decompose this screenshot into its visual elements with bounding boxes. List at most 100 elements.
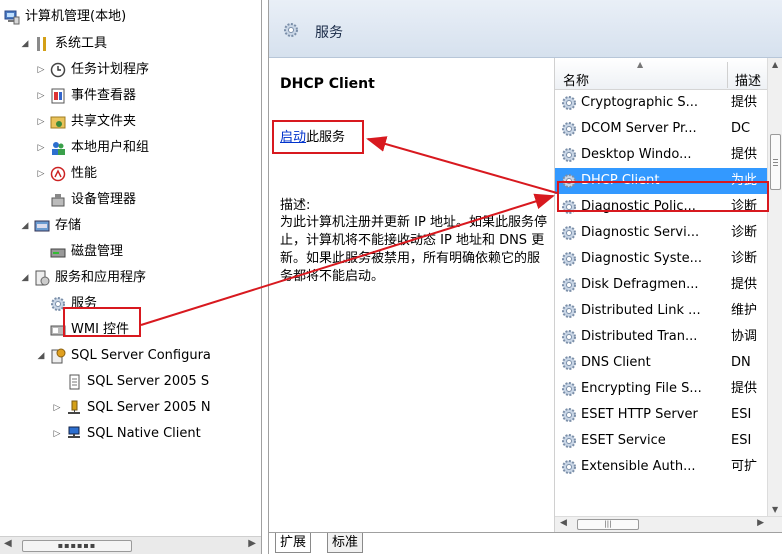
tree-item-label: 服务和应用程序 — [55, 270, 147, 285]
service-row[interactable]: Encrypting File S... 提供 — [555, 376, 768, 402]
tab-extended[interactable]: 扩展 — [275, 533, 312, 553]
column-header-name[interactable]: 名称 — [563, 70, 589, 89]
service-row[interactable]: Distributed Link ... 维护 — [555, 298, 768, 324]
tree-item-label: SQL Native Client — [87, 426, 201, 441]
service-row[interactable]: Cryptographic S... 提供 — [555, 90, 768, 116]
collapse-arrow-icon[interactable]: ◢ — [20, 33, 30, 55]
service-row[interactable]: Desktop Windo... 提供 — [555, 142, 768, 168]
tree-item[interactable]: ◢ 系统工具 — [20, 33, 107, 55]
expand-arrow-icon[interactable]: ▷ — [36, 59, 46, 81]
service-row[interactable]: Diagnostic Servi... 诊断 — [555, 220, 768, 246]
description-text: 为此计算机注册并更新 IP 地址。如果此服务停止，计算机将不能接收动态 IP 地… — [280, 215, 547, 284]
computer-icon — [4, 9, 20, 25]
service-name-cell: Desktop Windo... — [581, 147, 692, 162]
tree-item[interactable]: ▷ 性能 — [36, 163, 97, 185]
service-description-cell: 维护 — [731, 303, 758, 318]
tree-item[interactable]: 磁盘管理 — [36, 241, 123, 263]
service-row[interactable]: DNS Client DN — [555, 350, 768, 376]
performance-icon — [50, 166, 66, 182]
service-description-cell: 可扩 — [731, 459, 758, 474]
collapse-arrow-icon[interactable]: ◢ — [20, 215, 30, 237]
scrollbar-thumb[interactable] — [770, 134, 781, 190]
tree-item[interactable]: ▷ SQL Server 2005 N — [52, 397, 211, 419]
expand-arrow-icon[interactable]: ▷ — [36, 85, 46, 107]
tree-item[interactable]: ▷ 共享文件夹 — [36, 111, 136, 133]
tree-item[interactable]: ▷ SQL Native Client — [52, 423, 201, 445]
sort-up-icon: ▲ — [637, 60, 644, 69]
service-row[interactable]: Diagnostic Syste... 诊断 — [555, 246, 768, 272]
tree-item[interactable]: ◢ SQL Server Configura — [36, 345, 211, 367]
list-vertical-scrollbar[interactable]: ▲ ▼ — [767, 58, 782, 516]
client-icon — [66, 426, 82, 442]
gear-icon — [561, 225, 577, 241]
service-name-cell: Diagnostic Servi... — [581, 225, 700, 240]
service-description-cell: 诊断 — [731, 225, 758, 240]
service-name-cell: Disk Defragmen... — [581, 277, 699, 292]
service-row[interactable]: DCOM Server Pr... DC — [555, 116, 768, 142]
tree-item-label: SQL Server Configura — [71, 348, 211, 363]
service-name-cell: Diagnostic Syste... — [581, 251, 703, 266]
gear-icon — [561, 95, 577, 111]
tree-item[interactable]: ◢ 存储 — [20, 215, 81, 237]
gear-icon — [561, 277, 577, 293]
column-divider[interactable] — [727, 62, 728, 88]
expand-arrow-icon[interactable]: ▷ — [36, 163, 46, 185]
tree-item-label: SQL Server 2005 N — [87, 400, 211, 415]
gear-icon — [561, 459, 577, 475]
collapse-arrow-icon[interactable]: ◢ — [36, 345, 46, 367]
tree-horizontal-scrollbar[interactable]: ◀ ▪▪▪▪▪▪ ▶ — [0, 536, 261, 554]
list-horizontal-scrollbar[interactable]: ◀ ||| ▶ — [555, 516, 782, 532]
view-tab-strip: 扩展 标准 — [269, 532, 782, 554]
tree-root-label: 计算机管理(本地) — [25, 9, 127, 24]
service-row[interactable]: Disk Defragmen... 提供 — [555, 272, 768, 298]
service-row[interactable]: Extensible Auth... 可扩 — [555, 454, 768, 480]
service-description-cell: DN — [731, 355, 751, 370]
scroll-down-icon[interactable]: ▼ — [772, 505, 778, 514]
users-icon — [50, 140, 66, 156]
services-apps-icon — [34, 270, 50, 286]
scroll-left-icon[interactable]: ◀ — [560, 518, 567, 528]
tree-item[interactable]: 设备管理器 — [36, 189, 136, 211]
service-description-cell: ESI — [731, 407, 752, 422]
shared-folder-icon — [50, 114, 66, 130]
service-row[interactable]: ESET Service ESI — [555, 428, 768, 454]
tree-item[interactable]: ◢ 服务和应用程序 — [20, 267, 146, 289]
gear-icon — [561, 303, 577, 319]
scrollbar-thumb[interactable]: ▪▪▪▪▪▪ — [22, 540, 132, 552]
expand-arrow-icon[interactable]: ▷ — [36, 111, 46, 133]
disk-icon — [50, 244, 66, 260]
scroll-up-icon[interactable]: ▲ — [772, 60, 778, 69]
expand-arrow-icon[interactable]: ▷ — [52, 397, 62, 419]
expand-arrow-icon[interactable]: ▷ — [52, 423, 62, 445]
tree-item[interactable]: ▷ 本地用户和组 — [36, 137, 149, 159]
document-icon — [66, 374, 82, 390]
services-list: 名称 ▲ 描述 Cryptographic S... 提供 DCOM Server … — [554, 58, 782, 532]
gear-icon — [561, 381, 577, 397]
service-row[interactable]: Distributed Tran... 协调 — [555, 324, 768, 350]
scroll-right-icon[interactable]: ▶ — [248, 538, 256, 549]
network-icon — [66, 400, 82, 416]
collapse-arrow-icon[interactable]: ◢ — [20, 267, 30, 289]
scroll-left-icon[interactable]: ◀ — [4, 538, 12, 549]
service-name-cell: Encrypting File S... — [581, 381, 702, 396]
tree-item-label: 磁盘管理 — [71, 244, 124, 259]
column-header-description[interactable]: 描述 — [735, 70, 761, 89]
tree-root[interactable]: 计算机管理(本地) — [4, 6, 126, 28]
gear-icon — [561, 121, 577, 137]
service-description-cell: 提供 — [731, 381, 758, 396]
service-name-cell: Extensible Auth... — [581, 459, 696, 474]
column-header-row: 名称 ▲ 描述 — [555, 58, 782, 90]
service-description-cell: 协调 — [731, 329, 758, 344]
sql-config-icon — [50, 348, 66, 364]
tree-item-label: 性能 — [71, 166, 98, 181]
tab-standard[interactable]: 标准 — [327, 533, 364, 553]
tree-item[interactable]: ▷ 任务计划程序 — [36, 59, 149, 81]
service-description-cell: ESI — [731, 433, 752, 448]
scrollbar-thumb[interactable]: ||| — [577, 519, 639, 530]
scroll-right-icon[interactable]: ▶ — [757, 518, 764, 528]
tree-item[interactable]: SQL Server 2005 S — [52, 371, 209, 393]
service-row[interactable]: ESET HTTP Server ESI — [555, 402, 768, 428]
gear-icon — [561, 251, 577, 267]
tree-item[interactable]: ▷ 事件查看器 — [36, 85, 136, 107]
expand-arrow-icon[interactable]: ▷ — [36, 137, 46, 159]
